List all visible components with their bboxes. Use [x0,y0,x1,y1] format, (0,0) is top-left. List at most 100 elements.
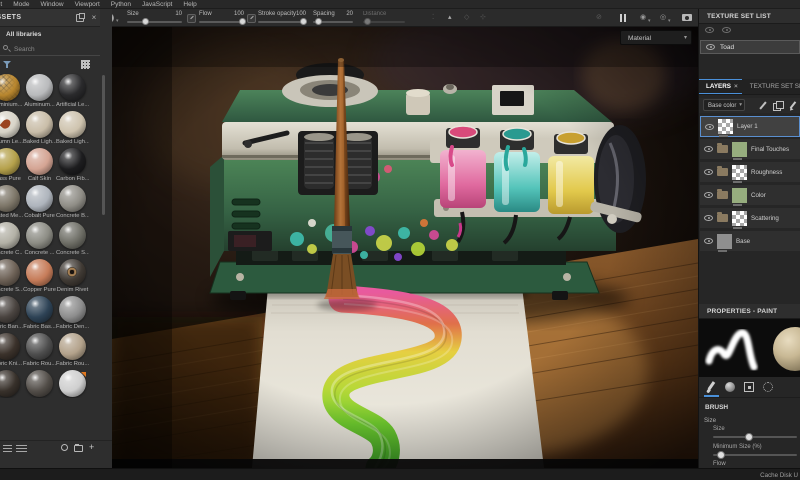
pencil-icon[interactable] [788,101,797,110]
eye-icon[interactable] [704,146,713,152]
spacing-slider[interactable]: Spacing 20 [313,9,353,27]
size-handle[interactable] [142,18,149,25]
search-input[interactable] [12,43,92,55]
visibility-filter-icon[interactable] [705,27,714,33]
menu-item-viewport[interactable]: Viewport [75,1,100,8]
library-filter[interactable]: All libraries [0,28,100,41]
layer-row[interactable]: Roughness [700,162,800,183]
grid-view-icon[interactable] [81,60,90,69]
stroke-opacity-track[interactable] [258,21,306,23]
layer-row[interactable]: Color [700,185,800,206]
list-view-icon[interactable] [16,445,27,453]
menu-item-window[interactable]: Window [40,1,63,8]
texture-set-item[interactable]: Toad [700,40,800,54]
close-tab-icon[interactable]: × [734,83,738,90]
menu-item-mode[interactable]: Mode [13,1,29,8]
menu-item-javascript[interactable]: JavaScript [142,1,172,8]
spacing-handle[interactable] [315,18,322,25]
material-item[interactable]: Concrete B... [56,184,89,221]
dock-panel-icon[interactable] [76,14,84,22]
stencil-tool-tab[interactable] [742,379,757,397]
material-item[interactable]: Aluminium... [0,73,23,110]
layer-row[interactable]: Final Touches [700,139,800,160]
close-panel-icon[interactable]: × [90,14,98,22]
lazy-mouse-icon[interactable]: ⁚ [432,13,434,21]
material-item[interactable]: Concrete S... [56,221,89,258]
screenshot-camera-icon[interactable] [682,14,692,21]
wand-icon[interactable] [759,101,768,110]
eye-icon[interactable] [706,44,715,50]
material-item[interactable]: Footprints [56,369,89,398]
material-item[interactable]: Carbon Fib... [56,147,89,184]
viewport-3d[interactable]: Material ▾ [112,27,698,468]
tab-layers[interactable]: LAYERS× [699,79,742,95]
material-item[interactable]: Fabric Ban... [0,295,23,332]
material-item[interactable]: Fabric Bas... [23,295,56,332]
material-item[interactable]: Fabric Rou... [56,332,89,369]
pen-pressure-icon[interactable] [187,14,196,23]
material-item[interactable]: Baked Ligh... [56,110,89,147]
brush-size-handle[interactable] [745,433,753,441]
material-item[interactable]: Autumn Le... [0,110,23,147]
material-item[interactable]: Concrete C... [0,221,23,258]
asset-scrollbar[interactable] [102,75,105,215]
material-item[interactable]: Cobalt Pure [23,184,56,221]
eraser-tool-tab[interactable] [761,379,776,397]
eye-icon[interactable] [704,192,713,198]
fill-mode-icon[interactable]: ⊹ [480,13,486,21]
eye-icon[interactable] [705,124,714,130]
filter-presets-icon[interactable] [3,60,11,68]
material-item[interactable]: Coated Me... [0,184,23,221]
brush-size-track[interactable] [713,436,797,438]
material-item[interactable]: Fabric Rou... [23,332,56,369]
stroke-opacity-slider[interactable]: Stroke opacity 100 [258,9,306,27]
layer-row[interactable]: Base [700,231,800,252]
flow-handle[interactable] [239,18,246,25]
stencil-visibility-icon[interactable]: ⊘ [596,13,602,21]
shelf-status-icon[interactable] [61,444,68,451]
material-item[interactable]: Fabric Kni... [0,332,23,369]
shading-mode-dropdown[interactable]: Material ▾ [620,30,692,45]
material-item[interactable]: Concrete ... [23,221,56,258]
layer-row[interactable]: Scattering [700,208,800,229]
stack-icon[interactable] [773,101,782,110]
eye-icon[interactable] [704,215,713,221]
chevron-down-icon[interactable]: ▾ [116,18,119,24]
tab-texture-set-settings[interactable]: TEXTURE SET SETTINGS [742,79,800,94]
material-item[interactable]: Concrete S... [0,258,23,295]
min-size-slider[interactable]: Minimum Size (%) [713,444,800,462]
size-slider[interactable]: Size 10 [127,9,182,27]
solo-filter-icon[interactable] [722,27,731,33]
material-item[interactable]: Fabric Suit ... [23,369,56,398]
brush-tool-tab[interactable] [704,379,719,397]
min-size-track[interactable] [713,454,797,456]
eye-icon[interactable] [704,238,713,244]
material-item[interactable]: Artificial Le... [56,73,89,110]
eye-icon[interactable] [704,169,713,175]
menu-item-edit[interactable]: Edit [0,1,2,8]
alignment-icon[interactable]: ▴ [448,13,452,21]
material-item[interactable]: Copper Pure [23,258,56,295]
menu-item-help[interactable]: Help [183,1,196,8]
brush-size-slider[interactable]: Size [713,426,800,444]
material-item[interactable]: Denim Rivet [56,258,89,295]
material-item[interactable]: Calf Skin [23,147,56,184]
flow-slider[interactable]: Flow 100 [199,9,244,27]
camera-settings-icon[interactable]: ◎ [660,13,666,21]
display-settings-icon[interactable]: ◉ [640,13,646,21]
min-size-handle[interactable] [717,451,725,459]
material-item[interactable]: Fabric Sui... [0,369,23,398]
import-resources-icon[interactable]: + [89,442,94,452]
stroke-opacity-handle[interactable] [300,18,307,25]
open-folder-icon[interactable] [74,445,83,452]
flow-track[interactable] [199,21,244,23]
channel-filter-dropdown[interactable]: Base color ▾ [703,99,745,111]
menu-item-python[interactable]: Python [111,1,131,8]
material-item[interactable]: Fabric Den... [56,295,89,332]
size-track[interactable] [127,21,182,23]
material-item[interactable]: Baked Ligh... [23,110,56,147]
material-item[interactable]: Brass Pure [0,147,23,184]
layer-row[interactable]: Layer 1 [700,116,800,137]
pause-engine-icon[interactable] [619,14,627,22]
small-thumbnails-icon[interactable] [3,445,12,453]
